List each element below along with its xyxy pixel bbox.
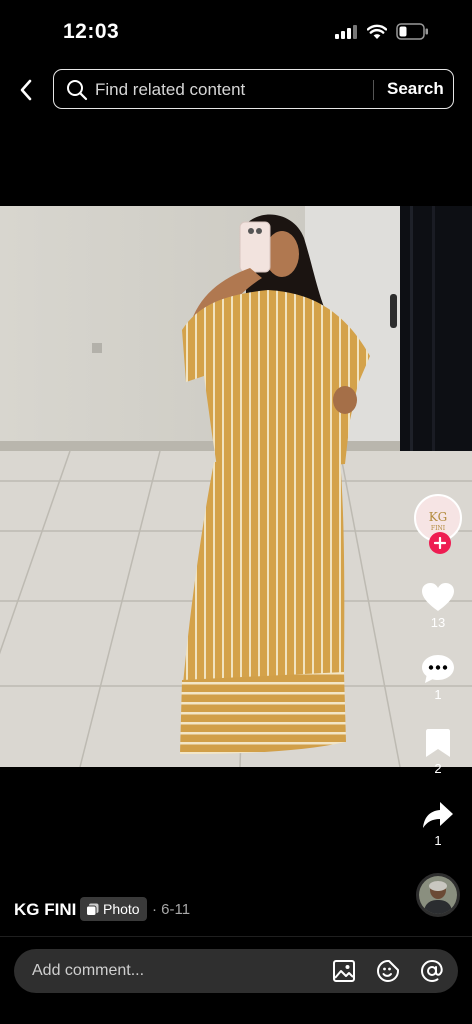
wifi-icon <box>367 24 387 39</box>
photo-stack-icon <box>86 903 99 916</box>
follow-button[interactable] <box>429 532 451 554</box>
creator-avatar[interactable]: KG FINI <box>414 494 462 554</box>
search-button[interactable]: Search <box>387 79 444 99</box>
search-icon <box>67 80 88 101</box>
post-date: · 6-11 <box>152 901 191 918</box>
post-type-badge: Photo <box>80 897 147 921</box>
clock-time: 12:03 <box>63 20 120 43</box>
bookmark-icon <box>426 729 450 757</box>
back-button[interactable] <box>12 76 40 104</box>
divider <box>0 936 472 937</box>
svg-text:FINI: FINI <box>431 525 446 532</box>
cellular-signal-icon <box>335 25 357 39</box>
music-cover-avatar <box>419 876 457 914</box>
comment-button[interactable]: 1 <box>412 654 464 702</box>
svg-text:KG: KG <box>429 510 448 524</box>
image-icon[interactable] <box>332 959 356 983</box>
comment-count: 1 <box>434 687 442 702</box>
emoji-icon[interactable] <box>376 959 400 983</box>
author-name[interactable]: KG FINI <box>14 900 76 920</box>
save-button[interactable]: 2 <box>412 728 464 776</box>
search-divider <box>373 80 374 100</box>
comment-bubble-icon <box>422 655 454 683</box>
battery-icon <box>396 23 428 40</box>
comment-placeholder: Add comment... <box>32 962 145 979</box>
plus-icon <box>434 537 446 549</box>
fashion-photo <box>0 206 472 767</box>
chevron-left-icon <box>20 79 32 101</box>
post-type-label: Photo <box>103 901 140 917</box>
share-arrow-icon <box>423 802 453 828</box>
mention-icon[interactable] <box>420 959 444 983</box>
share-count: 1 <box>434 833 442 848</box>
search-placeholder: Find related content <box>95 80 246 99</box>
status-bar: 12:03 <box>0 0 472 60</box>
like-button[interactable]: 13 <box>412 582 464 630</box>
search-input[interactable]: Find related content Search <box>53 69 454 109</box>
music-disc[interactable] <box>416 873 460 917</box>
save-count: 2 <box>434 761 442 776</box>
comment-input[interactable]: Add comment... <box>14 949 458 993</box>
share-button[interactable]: 1 <box>412 800 464 848</box>
heart-icon <box>422 583 454 611</box>
post-photo[interactable] <box>0 206 472 767</box>
like-count: 13 <box>430 615 446 630</box>
